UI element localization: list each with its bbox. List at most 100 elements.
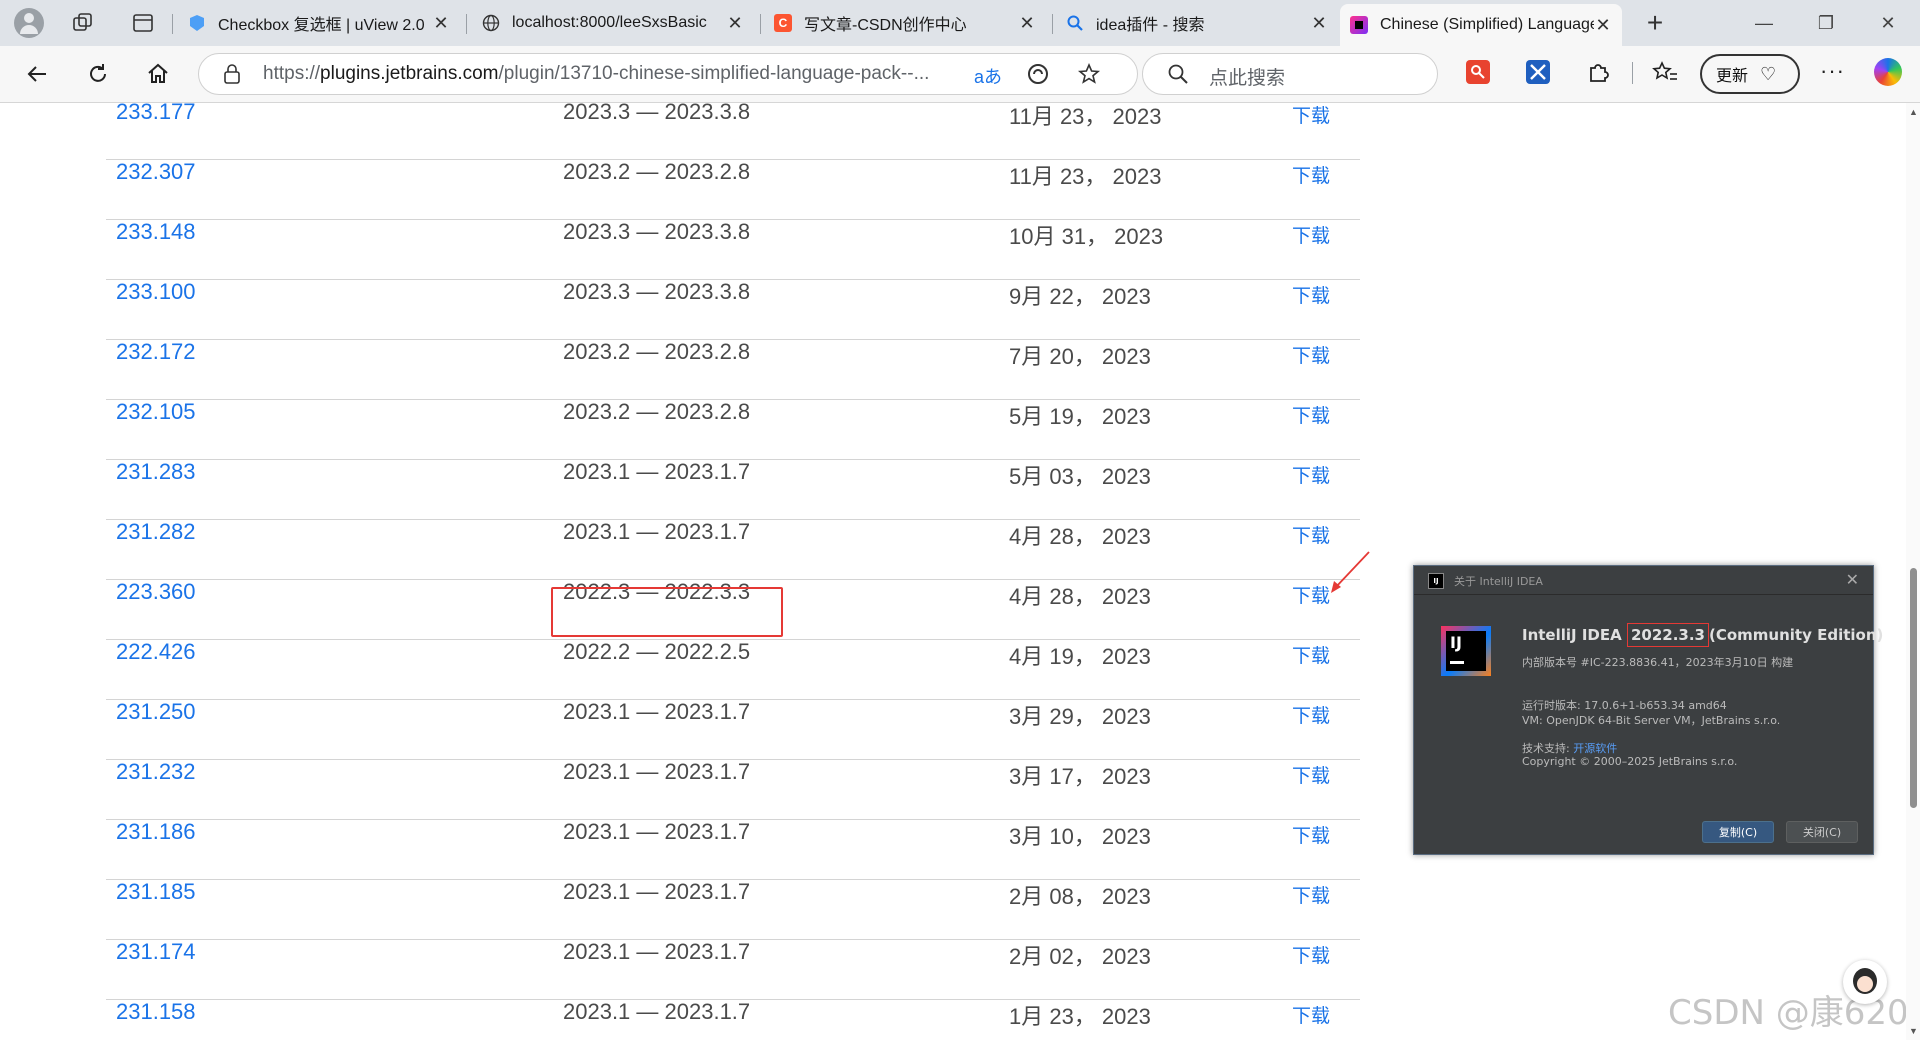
new-tab-button[interactable]: + <box>1638 6 1672 40</box>
home-icon[interactable] <box>138 54 178 94</box>
scroll-down-icon[interactable]: ▼ <box>1909 1026 1918 1036</box>
download-link[interactable]: 下载 <box>1292 761 1330 788</box>
address-bar[interactable]: https://plugins.jetbrains.com/plugin/137… <box>198 53 1138 95</box>
reader-mode-icon[interactable] <box>1026 62 1050 91</box>
uview-icon <box>188 14 206 32</box>
compatibility-range: 2023.1 — 2023.1.7 <box>563 759 751 784</box>
url-text[interactable]: https://plugins.jetbrains.com/plugin/137… <box>263 54 943 94</box>
search-placeholder: 点此搜索 <box>1209 68 1286 89</box>
version-link[interactable]: 222.426 <box>116 639 196 665</box>
version-link[interactable]: 231.283 <box>116 459 196 485</box>
version-link[interactable]: 231.185 <box>116 879 196 905</box>
tab-title: 写文章-CSDN创作中心 <box>804 17 967 34</box>
navigation-bar: https://plugins.jetbrains.com/plugin/137… <box>0 46 1920 103</box>
close-tab-icon[interactable]: ✕ <box>1310 13 1328 34</box>
close-window-icon[interactable]: ✕ <box>1858 0 1918 46</box>
copilot-icon[interactable] <box>1874 58 1902 86</box>
version-link[interactable]: 233.148 <box>116 219 196 245</box>
table-row: 233.177 2023.3 — 2023.3.8 11月 23， 2023 下载 <box>106 103 1360 160</box>
tab-jetbrains-active[interactable]: Chinese (Simplified) Language ✕ <box>1340 4 1622 46</box>
workspaces-icon[interactable] <box>70 10 96 36</box>
compatibility-range: 2023.1 — 2023.1.7 <box>563 699 751 724</box>
close-tab-icon[interactable]: ✕ <box>1594 15 1612 36</box>
close-tab-icon[interactable]: ✕ <box>1018 13 1036 34</box>
tab-localhost[interactable]: localhost:8000/leeSxsBasic ✕ <box>472 4 754 42</box>
close-tab-icon[interactable]: ✕ <box>726 13 744 34</box>
version-link[interactable]: 231.232 <box>116 759 196 785</box>
release-date: 5月 03， 2023 <box>1009 464 1151 489</box>
release-date: 4月 28， 2023 <box>1009 584 1151 609</box>
favorites-collection-icon[interactable] <box>1652 60 1678 89</box>
back-icon[interactable] <box>18 54 58 94</box>
tab-bing-search[interactable]: idea插件 - 搜索 ✕ <box>1056 4 1338 42</box>
floating-avatar-icon[interactable] <box>1843 960 1887 1004</box>
tab-uview[interactable]: Checkbox 复选框 | uView 2.0 ✕ <box>178 4 460 42</box>
table-row: 232.172 2023.2 — 2023.2.8 7月 20， 2023 下载 <box>106 339 1360 400</box>
minimize-icon[interactable]: — <box>1734 0 1794 46</box>
vertical-tabs-icon[interactable] <box>130 10 156 36</box>
version-link[interactable]: 231.250 <box>116 699 196 725</box>
download-link[interactable]: 下载 <box>1292 281 1330 308</box>
dialog-titlebar: IJ 关于 IntelliJ IDEA ✕ <box>1414 566 1873 595</box>
download-link[interactable]: 下载 <box>1292 103 1330 128</box>
build-info: 内部版本号 #IC-223.8836.41，2023年3月10日 构建 <box>1522 656 1794 669</box>
download-link[interactable]: 下载 <box>1292 221 1330 248</box>
version-link[interactable]: 231.158 <box>116 999 196 1025</box>
version-link[interactable]: 231.282 <box>116 519 196 545</box>
download-link[interactable]: 下载 <box>1292 521 1330 548</box>
download-link[interactable]: 下载 <box>1292 1001 1330 1028</box>
download-link[interactable]: 下载 <box>1292 641 1330 668</box>
version-link[interactable]: 231.186 <box>116 819 196 845</box>
download-link[interactable]: 下载 <box>1292 461 1330 488</box>
extension-blue-icon[interactable] <box>1526 60 1550 84</box>
update-button[interactable]: 更新 ♡ <box>1700 54 1800 94</box>
more-menu-icon[interactable]: ··· <box>1820 58 1845 84</box>
download-link[interactable]: 下载 <box>1292 161 1330 188</box>
csdn-icon: C <box>774 14 792 32</box>
version-link[interactable]: 232.307 <box>116 159 196 185</box>
close-tab-icon[interactable]: ✕ <box>432 13 450 34</box>
extension-red-icon[interactable] <box>1466 60 1490 84</box>
download-link[interactable]: 下载 <box>1292 821 1330 848</box>
scrollbar-thumb[interactable] <box>1910 568 1917 808</box>
lock-icon[interactable] <box>223 64 241 89</box>
compatibility-range: 2023.1 — 2023.1.7 <box>563 879 751 904</box>
extensions-puzzle-icon[interactable] <box>1586 60 1610 89</box>
search-box[interactable]: 点此搜索 <box>1142 53 1438 95</box>
version-link[interactable]: 232.172 <box>116 339 196 365</box>
profile-avatar-icon[interactable] <box>14 8 44 38</box>
dialog-close-icon[interactable]: ✕ <box>1846 570 1859 589</box>
copy-button[interactable]: 复制(C) <box>1702 821 1774 843</box>
version-link[interactable]: 232.105 <box>116 399 196 425</box>
version-link[interactable]: 223.360 <box>116 579 196 605</box>
download-link[interactable]: 下载 <box>1292 341 1330 368</box>
download-link[interactable]: 下载 <box>1292 941 1330 968</box>
favorite-star-icon[interactable] <box>1077 62 1101 91</box>
intellij-small-icon: IJ <box>1428 573 1444 589</box>
plugin-versions-page: 233.177 2023.3 — 2023.3.8 11月 23， 2023 下载 23… <box>0 103 1906 1040</box>
table-row: 231.283 2023.1 — 2023.1.7 5月 03， 2023 下载 <box>106 459 1360 520</box>
restore-icon[interactable]: ❐ <box>1796 0 1856 46</box>
open-source-link[interactable]: 开源软件 <box>1573 742 1617 755</box>
tab-title: Chinese (Simplified) Language <box>1380 16 1594 33</box>
version-link[interactable]: 231.174 <box>116 939 196 965</box>
intellij-logo-icon: IJ <box>1441 626 1491 676</box>
refresh-icon[interactable] <box>78 54 118 94</box>
dialog-title: 关于 IntelliJ IDEA <box>1454 575 1543 588</box>
version-link[interactable]: 233.100 <box>116 279 196 305</box>
download-link[interactable]: 下载 <box>1292 701 1330 728</box>
table-row: 222.426 2022.2 — 2022.2.5 4月 19， 2023 下载 <box>106 639 1360 700</box>
version-link[interactable]: 233.177 <box>116 103 196 125</box>
release-date: 1月 23， 2023 <box>1009 1004 1151 1029</box>
compatibility-range: 2023.3 — 2023.3.8 <box>563 279 751 304</box>
release-date: 11月 23， 2023 <box>1009 164 1162 189</box>
translate-icon[interactable]: aあ <box>974 63 1002 89</box>
runtime-info: 运行时版本: 17.0.6+1-b653.34 amd64 <box>1522 699 1727 712</box>
close-button[interactable]: 关闭(C) <box>1786 821 1858 843</box>
download-link[interactable]: 下载 <box>1292 881 1330 908</box>
page-scrollbar[interactable]: ▲ ▼ <box>1906 103 1920 1040</box>
scroll-up-icon[interactable]: ▲ <box>1909 107 1918 117</box>
tab-csdn[interactable]: C 写文章-CSDN创作中心 ✕ <box>764 4 1046 42</box>
tab-title: idea插件 - 搜索 <box>1096 17 1205 34</box>
download-link[interactable]: 下载 <box>1292 401 1330 428</box>
